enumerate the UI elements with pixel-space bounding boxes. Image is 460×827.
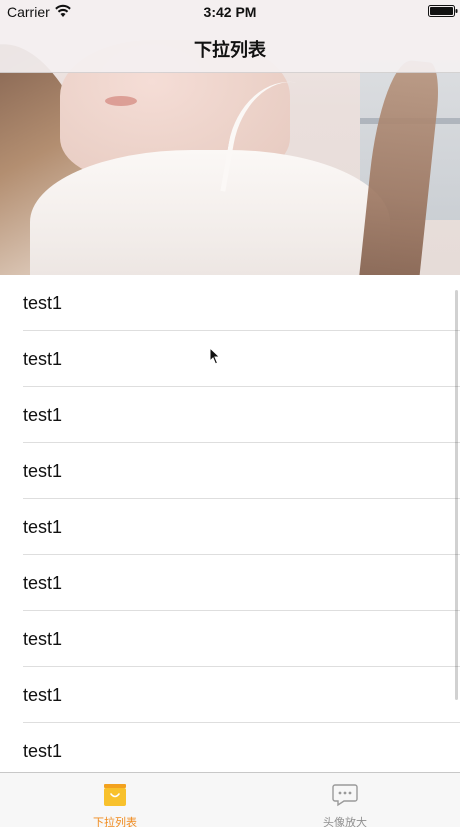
- list-item-label: test1: [23, 741, 63, 761]
- battery-icon: [428, 5, 458, 17]
- list-item[interactable]: test1: [0, 443, 460, 499]
- app-screen: Carrier 3:42 PM 下拉列表 test1 test1 test1 t…: [0, 0, 460, 827]
- list-item-label: test1: [23, 685, 63, 705]
- list-item-label: test1: [23, 517, 63, 537]
- scroll-indicator[interactable]: [455, 290, 458, 700]
- tab-pull-down-list[interactable]: 下拉列表: [0, 773, 230, 827]
- tab-label: 下拉列表: [93, 817, 137, 827]
- list-item[interactable]: test1: [0, 331, 460, 387]
- list-item-label: test1: [23, 349, 63, 369]
- list-item-label: test1: [23, 573, 63, 593]
- chat-bubble-icon: [332, 784, 358, 807]
- list-item[interactable]: test1: [0, 611, 460, 667]
- mouse-pointer-icon: [209, 347, 221, 365]
- tab-avatar-zoom[interactable]: 头像放大: [230, 773, 460, 827]
- list-item-label: test1: [23, 405, 63, 425]
- list-item[interactable]: test1: [0, 555, 460, 611]
- list-item-label: test1: [23, 293, 63, 313]
- photo-lips: [105, 96, 137, 106]
- status-time: 3:42 PM: [203, 4, 257, 20]
- list-item-label: test1: [23, 629, 63, 649]
- list-item[interactable]: test1: [0, 723, 460, 772]
- tab-label: 头像放大: [323, 817, 367, 827]
- shopping-bag-icon: [104, 784, 126, 806]
- status-bar: Carrier 3:42 PM: [0, 0, 460, 24]
- pull-down-list[interactable]: test1 test1 test1 test1 test1 test1 test…: [0, 275, 460, 772]
- tab-bar: 下拉列表 头像放大: [0, 772, 460, 827]
- list-item[interactable]: test1: [0, 387, 460, 443]
- page-title: 下拉列表: [194, 40, 266, 60]
- list-item[interactable]: test1: [0, 667, 460, 723]
- photo-dress: [30, 150, 390, 275]
- list-item[interactable]: test1: [0, 275, 460, 331]
- navigation-bar: Carrier 3:42 PM 下拉列表: [0, 0, 460, 73]
- list-item-label: test1: [23, 461, 63, 481]
- list-item[interactable]: test1: [0, 499, 460, 555]
